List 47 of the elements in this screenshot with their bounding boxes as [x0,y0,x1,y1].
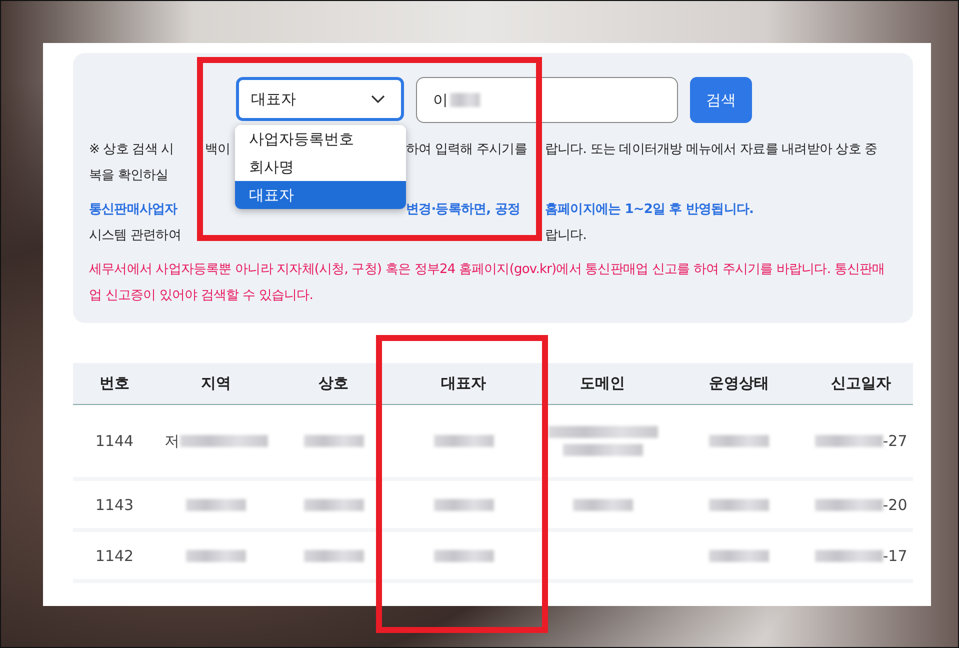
column-header: 지역 [200,374,232,393]
column-header: 상호 [318,374,350,393]
column-header: 신고일자 [830,374,892,393]
blurred-text [572,498,632,510]
column-header: 대표자 [440,374,487,393]
column-header: 도메인 [579,374,626,393]
blurred-text [304,550,364,562]
notice-text: 하여 입력해 주시기를 [406,141,527,159]
blurred-text [434,498,494,510]
table-cell: 1144 [95,432,134,450]
blurred-text [304,498,364,510]
search-button[interactable]: 검색 [690,77,752,123]
notice-text: 세무서에서 사업자등록뿐 아니라 지자체(시청, 구청) 혹은 정부24 홈페이지(gov.kr)에서 통신판매업 신고를 하여 주시기를 바랍니다. 통신판매업 신고증이 있어야 검색할 수 있습니다. [89,261,886,305]
column-header: 운영상태 [708,374,770,393]
blurred-text [434,435,494,447]
notice-text: 홈페이지에는 1~2일 후 반영됩니다. [545,201,754,219]
blurred-text [434,550,494,562]
dropdown-option[interactable]: 대표자 [235,181,406,209]
notice-text: 랍니다. [545,227,587,245]
blurred-text [709,435,769,447]
blurred-text [186,550,246,562]
table-cell: 1143 [95,496,134,514]
notice-text: 통신판매사업자 [89,201,178,219]
chevron-down-icon [371,95,385,103]
notice-text: 변경·등록하면, 공정 [406,201,520,219]
search-input[interactable]: 이 [416,77,678,123]
dropdown-option[interactable]: 사업자등록번호 [235,125,406,153]
table-cell: 1142 [95,546,134,564]
notice-text: 백이 [205,141,230,159]
blurred-text [709,498,769,510]
table-cell: -17 [882,546,908,564]
table-cell: 저 [164,432,180,450]
notice-text: ※ 상호 검색 시 [89,141,174,159]
notice-text: 시스템 관련하여 [89,227,181,245]
blurred-text [814,435,883,447]
notice-text: 랍니다. 또는 데이터개방 메뉴에서 자료를 내려받아 상호 중 [545,141,878,159]
table-cell: -20 [882,496,908,514]
blurred-text [709,550,769,562]
blurred-text [814,550,883,562]
search-type-select[interactable]: 대표자 [236,77,404,121]
table-cell: -27 [882,432,908,450]
notice-text: 복을 확인하실 [89,167,168,185]
blurred-text [814,498,883,510]
column-header: 번호 [98,374,130,393]
blurred-text [304,435,364,447]
dropdown-option[interactable]: 회사명 [235,153,406,181]
blurred-text [186,498,246,510]
